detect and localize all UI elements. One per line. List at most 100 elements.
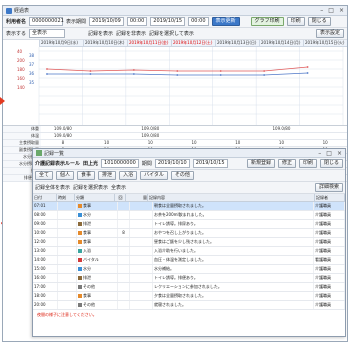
records-table-body: 07:01 食事 朝食は全量摂取されました。 介護職員 08:00 水分 お茶を200ml飲… [33,202,345,310]
records-table-header: 日付 時刻 分類回量記録内容 記録者 [33,194,345,202]
opt-show-records[interactable]: 記録を表示 [88,30,113,37]
records-tab[interactable]: 排泄 [98,171,117,180]
records-edit-button[interactable]: 修正 [277,159,296,168]
records-maximize-icon[interactable]: □ [326,150,332,157]
records-row[interactable]: 17:00 その他 レクリエーションに参加されました。 介護職員 [33,283,345,292]
records-row[interactable]: 13:00 入浴 入浴介助を行いました。 介護職員 [33,247,345,256]
records-row[interactable]: 10:00 食事 8 おやつを召し上がりました。 介護職員 [33,229,345,238]
maximize-icon[interactable]: □ [328,7,334,14]
records-cell-who: 介護職員 [314,247,345,255]
records-cell-a [58,274,77,282]
records-row[interactable]: 07:01 食事 朝食は全量摂取されました。 介護職員 [33,202,345,211]
category-icon [78,231,82,235]
category-label: 排泄 [83,275,91,280]
records-print-button[interactable]: 印刷 [298,159,317,168]
records-header-cell[interactable]: 記録内容 [148,194,315,201]
graph-print-button[interactable]: グラフ印刷 [250,17,284,26]
day-header-cell: 2019年10月9日(水) [39,40,83,46]
time-from-field[interactable]: 00:00 [126,17,148,26]
records-close-icon[interactable]: × [337,150,342,157]
values-cell: 109.0/80 [141,133,160,138]
category-label: 食事 [83,239,91,244]
name-label: 利用者名 [6,19,27,25]
values-cell: 10 [235,140,241,145]
records-tab[interactable]: 入浴 [119,171,138,180]
refresh-button[interactable]: 表示更新 [211,17,240,26]
series-blue-point [306,72,309,74]
records-row[interactable]: 20:00 その他 就寝されました。 介護職員 [33,301,345,310]
records-row[interactable]: 16:00 排泄 トイレ誘導。排便あり。 介護職員 [33,274,345,283]
records-tab[interactable]: 食事 [77,171,96,180]
record-id-field[interactable]: 1010000000 [101,159,139,168]
values-cell: 109.0/80 [53,126,72,131]
records-cell-cat: バイタル [77,256,118,264]
records-header-cell[interactable]: 量 [126,194,148,201]
close-icon[interactable]: × [339,7,344,14]
opt-select-records[interactable]: 記録を選択して表示 [149,30,194,37]
records-header-cell[interactable]: 分類 [75,194,115,201]
records-cell-time: 09:00 [33,220,58,228]
time-to-field[interactable]: 00:00 [188,17,209,26]
records-header-cell[interactable]: 回 [115,194,126,201]
patient-id-field[interactable]: 0000000021 [29,17,64,26]
date-from-field[interactable]: 2019/10/09 [89,17,124,26]
records-header-cell[interactable]: 日付 [33,194,57,201]
records-cell-a [58,283,77,291]
y-tick-label: 40 [17,49,23,54]
records-cell-v [130,265,153,273]
records-tab[interactable]: 全て [35,171,54,180]
records-cell-a [58,238,77,246]
records-row[interactable]: 09:00 排泄 トイレ誘導。排尿あり。 介護職員 [33,220,345,229]
records-cell-n [118,301,130,309]
records-cell-time: 16:00 [33,274,58,282]
records-cell-a [58,301,77,309]
filter-check[interactable]: 表示する [6,30,26,37]
records-date-to[interactable]: 2019/10/15 [192,159,228,168]
filter-select[interactable]: 全表示 [29,29,66,38]
records-date-from[interactable]: 2019/10/10 [154,159,190,168]
values-cell [303,126,347,132]
opt-hide-records[interactable]: 記録を非表示 [116,30,146,37]
records-cell-cat: 排泄 [77,220,118,228]
date-to-field[interactable]: 2019/10/15 [150,17,186,26]
records-icon [36,150,42,156]
detail-search-button[interactable]: 詳細検索 [314,183,343,192]
records-cell-who: 介護職員 [314,301,345,309]
records-cell-a [58,256,77,264]
records-new-button[interactable]: 新規登録 [246,159,275,168]
series-red-point [46,68,48,70]
records-tab[interactable]: その他 [170,171,194,180]
records-cell-time: 13:00 [33,247,58,255]
y2-tick-label: 36 [29,71,35,76]
category-icon [78,213,82,217]
minimize-icon[interactable]: – [320,7,323,14]
records-row[interactable]: 14:00 バイタル 血圧・体温を測定しました。 看護職員 [33,256,345,265]
records-cell-v [130,256,153,264]
series-blue-point [132,73,135,75]
records-tab[interactable]: 個人 [56,171,75,180]
records-window: 記録一覧 – □ × 介護記録表示ルール 田上光 1010000000 期間 201… [32,148,346,337]
records-row[interactable]: 12:00 食事 昼食はご飯を少し残されました。 介護職員 [33,238,345,247]
option-show-all[interactable]: 記録全体を表示 [35,184,70,191]
records-minimize-icon[interactable]: – [318,150,321,157]
records-header-cell[interactable]: 記録者 [315,194,345,201]
records-row[interactable]: 18:00 食事 夕食は全量摂取されました。 介護職員 [33,292,345,301]
settings-button[interactable]: 表示設定 [315,29,344,38]
y-tick-label: 180 [17,67,25,72]
records-tab[interactable]: バイタル [140,171,168,180]
records-cell-cat: その他 [77,301,118,309]
records-cell-v [130,211,153,219]
records-header-cell[interactable]: 時刻 [57,194,75,201]
records-close-button[interactable]: 閉じる [319,159,343,168]
close-button[interactable]: 閉じる [307,17,331,26]
print-button[interactable]: 印刷 [286,17,305,26]
records-cell-n: 8 [118,229,130,237]
records-row[interactable]: 08:00 水分 お茶を200ml飲まれました。 介護職員 [33,211,345,220]
records-cell-a [58,202,77,210]
option-select[interactable]: 記録を選択表示 [73,184,108,191]
option-full[interactable]: 全表示 [111,184,126,191]
values-cell: 10 [191,140,197,145]
records-row[interactable]: 15:00 水分 水分補給。 介護職員 [33,265,345,274]
records-cell-a [58,292,77,300]
values-cell [85,133,129,139]
